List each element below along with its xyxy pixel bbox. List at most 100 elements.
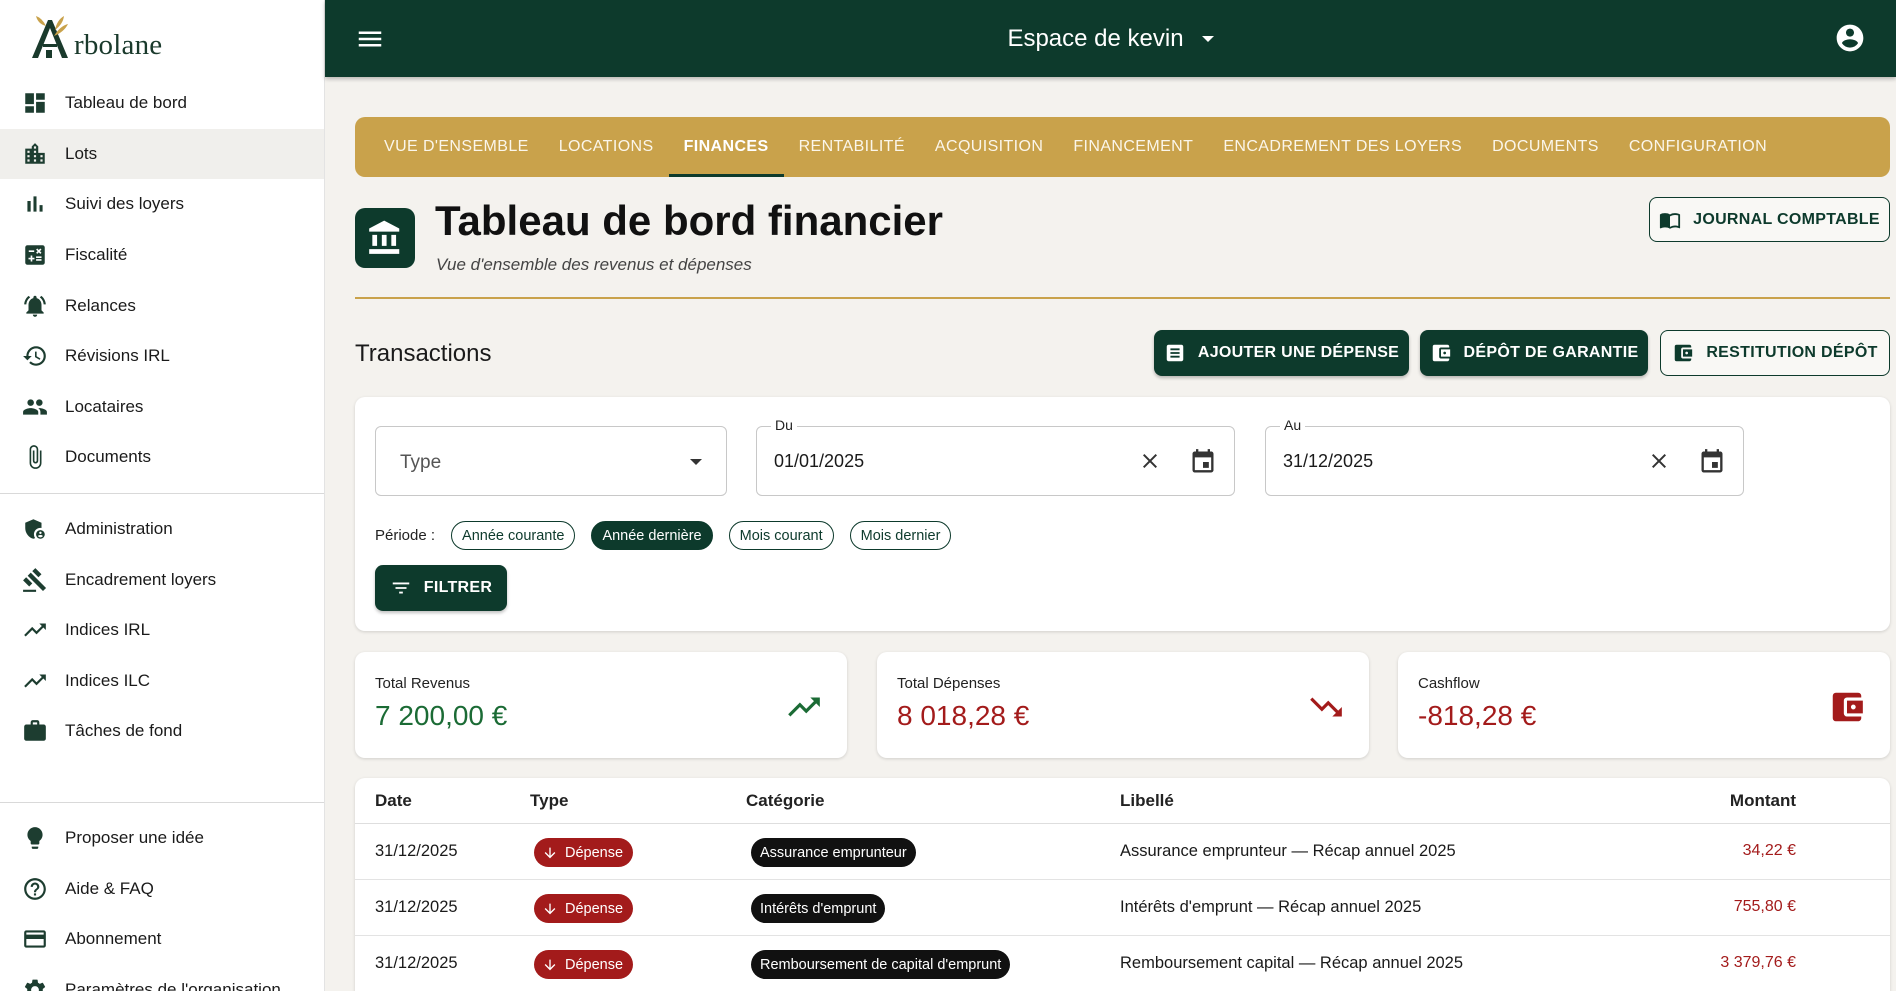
paperclip-icon <box>22 444 48 470</box>
tab-documents[interactable]: DOCUMENTS <box>1477 117 1614 177</box>
trending-down-icon <box>1310 697 1342 717</box>
sidebar-item-taches-de-fond[interactable]: Tâches de fond <box>0 706 324 757</box>
sidebar-item-documents[interactable]: Documents <box>0 432 324 483</box>
sidebar-item-tableau-de-bord[interactable]: Tableau de bord <box>0 78 324 129</box>
filter-label: FILTRER <box>423 579 493 596</box>
sidebar-item-administration[interactable]: Administration <box>0 504 324 555</box>
tab-financement[interactable]: FINANCEMENT <box>1058 117 1208 177</box>
date-from-field[interactable]: Du 01/01/2025 <box>756 417 1235 496</box>
row-date: 31/12/2025 <box>375 954 458 972</box>
calendar-icon[interactable] <box>1698 448 1726 476</box>
type-badge: Dépense <box>534 950 634 979</box>
chip-annee-courante[interactable]: Année courante <box>451 521 576 550</box>
sidebar-item-label: Administration <box>65 519 173 539</box>
sidebar-item-label: Indices ILC <box>65 670 151 690</box>
sidebar-item-abonnement[interactable]: Abonnement <box>0 914 324 965</box>
add-expense-button[interactable]: AJOUTER UNE DÉPENSE <box>1154 330 1409 376</box>
col-montant[interactable]: Montant <box>1730 791 1796 811</box>
calendar-icon[interactable] <box>1189 448 1217 476</box>
kpi-total-revenus: Total Revenus 7 200,00 € <box>355 652 847 758</box>
workspace-selector[interactable]: Espace de kevin <box>325 0 1896 77</box>
sidebar-item-label: Aide & FAQ <box>65 878 154 898</box>
category-badge: Assurance emprunteur <box>751 838 916 867</box>
top-app-bar: Espace de kevin <box>325 0 1896 77</box>
table-row[interactable]: 31/12/2025 Dépense Assurance emprunteur … <box>355 824 1890 880</box>
workspace-name: Espace de kevin <box>1007 24 1184 52</box>
arrow-down-icon <box>544 847 556 858</box>
journal-comptable-button[interactable]: JOURNAL COMPTABLE <box>1649 197 1890 242</box>
sidebar-item-locataires[interactable]: Locataires <box>0 382 324 433</box>
book-icon <box>1660 212 1681 229</box>
tab-encadrement-loyers[interactable]: ENCADREMENT DES LOYERS <box>1208 117 1477 177</box>
brand-logo[interactable]: rbolane <box>0 0 324 78</box>
wallet-icon <box>1432 344 1450 362</box>
category-badge: Remboursement de capital d'emprunt <box>751 950 1011 979</box>
table-row[interactable]: 31/12/2025 Dépense Intérêts d'emprunt In… <box>355 880 1890 936</box>
people-icon <box>22 394 48 420</box>
sidebar-item-suivi-loyers[interactable]: Suivi des loyers <box>0 179 324 230</box>
date-to-label: Au <box>1280 417 1306 433</box>
sidebar-item-indices-irl[interactable]: Indices IRL <box>0 605 324 656</box>
sidebar-item-lots[interactable]: Lots <box>0 128 324 180</box>
kpi-value: 7 200,00 € <box>375 700 508 731</box>
table-row[interactable]: 31/12/2025 Dépense Remboursement de capi… <box>355 936 1890 991</box>
kpi-total-depenses: Total Dépenses 8 018,28 € <box>877 652 1369 758</box>
sidebar-item-label: Encadrement loyers <box>65 569 217 589</box>
sidebar-item-label: Révisions IRL <box>65 346 170 366</box>
col-date[interactable]: Date <box>375 791 412 811</box>
clear-icon[interactable] <box>1647 449 1671 473</box>
filter-list-icon <box>392 582 410 594</box>
sidebar-item-indices-ilc[interactable]: Indices ILC <box>0 656 324 707</box>
row-date: 31/12/2025 <box>375 842 458 860</box>
deposit-button[interactable]: DÉPÔT DE GARANTIE <box>1420 330 1648 376</box>
alarm-bell-icon <box>22 293 48 319</box>
row-label: Intérêts d'emprunt — Récap annuel 2025 <box>1120 898 1422 916</box>
tab-locations[interactable]: LOCATIONS <box>544 117 669 177</box>
sidebar-item-label: Tâches de fond <box>65 721 183 741</box>
col-libelle[interactable]: Libellé <box>1120 791 1174 811</box>
wallet-icon <box>1832 692 1863 722</box>
deposit-label: DÉPÔT DE GARANTIE <box>1463 344 1639 361</box>
tab-rentabilite[interactable]: RENTABILITÉ <box>784 117 920 177</box>
sidebar-item-fiscalite[interactable]: Fiscalité <box>0 230 324 281</box>
account-circle-icon[interactable] <box>1834 22 1866 54</box>
sidebar-item-revisions-irl[interactable]: Révisions IRL <box>0 331 324 382</box>
building-icon <box>22 141 48 167</box>
sidebar-item-relances[interactable]: Relances <box>0 280 324 331</box>
kpi-label: Total Dépenses <box>897 675 1001 692</box>
sidebar-item-parametres-organisation[interactable]: Paramètres de l'organisation <box>0 965 324 991</box>
date-to-field[interactable]: Au 31/12/2025 <box>1265 417 1744 496</box>
filter-button[interactable]: FILTRER <box>375 565 507 611</box>
receipt-icon <box>1166 344 1184 362</box>
col-type[interactable]: Type <box>530 791 568 811</box>
wallet-icon <box>1675 344 1693 362</box>
type-placeholder: Type <box>400 452 442 473</box>
add-expense-label: AJOUTER UNE DÉPENSE <box>1197 344 1400 361</box>
tab-acquisition[interactable]: ACQUISITION <box>920 117 1058 177</box>
chip-annee-derniere[interactable]: Année dernière <box>591 521 713 550</box>
briefcase-icon <box>22 718 48 744</box>
filter-card: Type Du 01/01/2025 Au 31/12/2025 Période… <box>355 397 1890 631</box>
tab-configuration[interactable]: CONFIGURATION <box>1614 117 1782 177</box>
type-select[interactable]: Type <box>375 426 727 496</box>
clear-icon[interactable] <box>1138 449 1162 473</box>
chip-mois-dernier[interactable]: Mois dernier <box>849 521 952 550</box>
sidebar-item-label: Abonnement <box>65 929 162 949</box>
tab-vue-ensemble[interactable]: VUE D'ENSEMBLE <box>369 117 544 177</box>
sidebar-item-label: Documents <box>65 447 151 467</box>
sidebar-item-label: Lots <box>65 143 98 163</box>
sidebar-item-aide-faq[interactable]: Aide & FAQ <box>0 863 324 914</box>
tab-finances[interactable]: FINANCES <box>668 117 784 177</box>
admin-shield-icon <box>22 516 48 542</box>
sidebar-item-label: Locataires <box>65 396 144 416</box>
sidebar-item-encadrement-loyers[interactable]: Encadrement loyers <box>0 554 324 605</box>
chip-mois-courant[interactable]: Mois courant <box>728 521 834 550</box>
row-date: 31/12/2025 <box>375 898 458 916</box>
type-badge-label: Dépense <box>565 956 624 973</box>
deposit-return-button[interactable]: RESTITUTION DÉPÔT <box>1660 330 1890 376</box>
arbolane-logo-icon <box>32 16 68 58</box>
sidebar-item-proposer-idee[interactable]: Proposer une idée <box>0 813 324 864</box>
chevron-down-icon <box>1201 35 1214 42</box>
col-categorie[interactable]: Catégorie <box>746 791 824 811</box>
